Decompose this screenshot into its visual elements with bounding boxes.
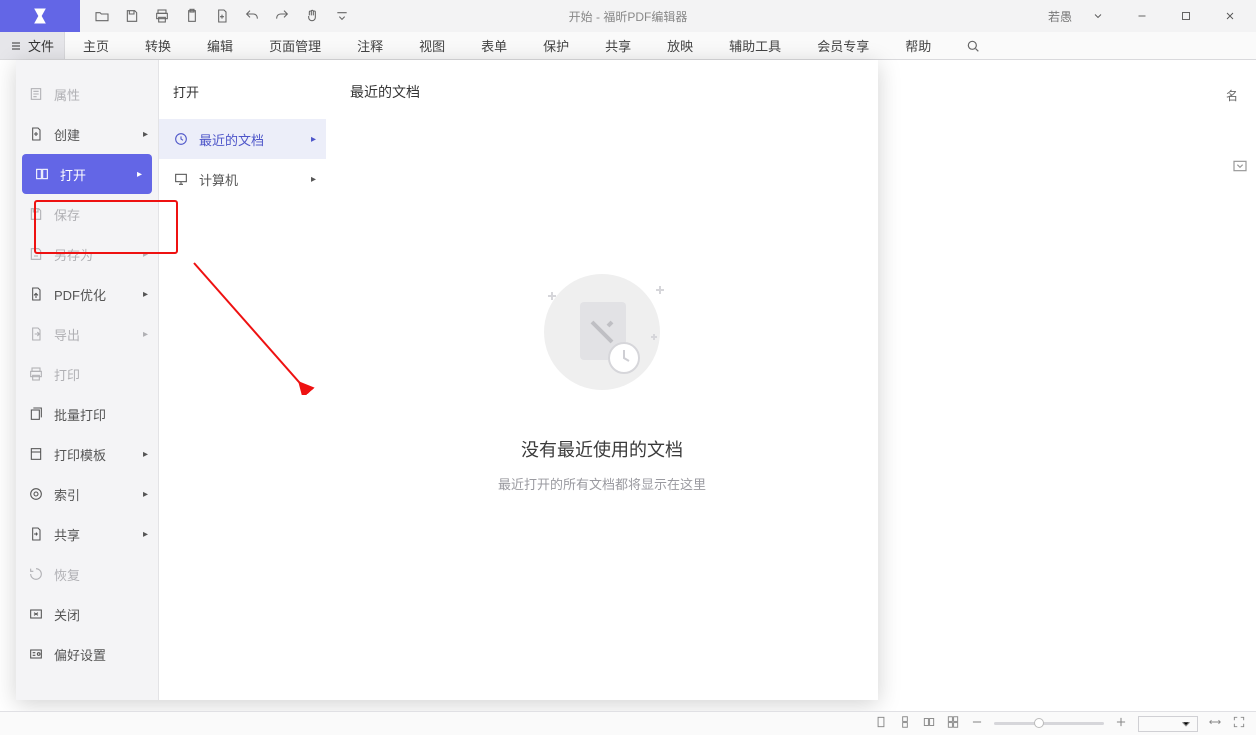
empty-state-subtitle: 最近打开的所有文档都将显示在这里: [498, 474, 706, 493]
file-menu-list: 属性 创建▸ 打开▸ 保存 另存为▸ PDF优化▸ 导出▸ 打印: [16, 60, 158, 700]
search-icon[interactable]: [959, 32, 987, 60]
tab-comment[interactable]: 注释: [339, 32, 401, 59]
tab-view[interactable]: 视图: [401, 32, 463, 59]
user-name[interactable]: 若愚: [1048, 8, 1072, 25]
open-panel-title: 打开: [159, 82, 326, 101]
fullscreen-icon[interactable]: [1232, 715, 1246, 732]
clipboard-icon[interactable]: [178, 2, 206, 30]
file-menu-preferences[interactable]: 偏好设置: [16, 634, 158, 674]
tab-home[interactable]: 主页: [65, 32, 127, 59]
open-icon[interactable]: [88, 2, 116, 30]
open-recent[interactable]: 最近的文档▸: [159, 119, 326, 159]
view-facing-continuous-icon[interactable]: [946, 715, 960, 732]
zoom-slider-thumb[interactable]: [1034, 718, 1044, 728]
zoom-percent-field[interactable]: [1138, 716, 1198, 732]
file-menu-optimize[interactable]: PDF优化▸: [16, 274, 158, 314]
save-icon[interactable]: [118, 2, 146, 30]
print-icon[interactable]: [148, 2, 176, 30]
file-tab-label: 文件: [28, 36, 54, 55]
file-menu-open[interactable]: 打开▸: [22, 154, 152, 194]
background-column-header: 名: [876, 60, 1256, 130]
tab-protect[interactable]: 保护: [525, 32, 587, 59]
file-menu-create[interactable]: 创建▸: [16, 114, 158, 154]
file-tab[interactable]: 文件: [0, 32, 65, 59]
tab-tools[interactable]: 辅助工具: [711, 32, 799, 59]
zoom-slider[interactable]: [994, 722, 1104, 725]
file-menu-print[interactable]: 打印: [16, 354, 158, 394]
app-logo: [0, 0, 80, 32]
ribbon-tabs: 文件 主页 转换 编辑 页面管理 注释 视图 表单 保护 共享 放映 辅助工具 …: [0, 32, 1256, 60]
file-menu-batch-print[interactable]: 批量打印: [16, 394, 158, 434]
fit-width-icon[interactable]: [1208, 715, 1222, 732]
titlebar: 开始 - 福昕PDF编辑器 若愚: [0, 0, 1256, 32]
tab-present[interactable]: 放映: [649, 32, 711, 59]
tab-pages[interactable]: 页面管理: [251, 32, 339, 59]
maximize-icon[interactable]: [1166, 1, 1206, 31]
tab-share[interactable]: 共享: [587, 32, 649, 59]
tab-help[interactable]: 帮助: [887, 32, 949, 59]
qat-dropdown-icon[interactable]: [328, 2, 356, 30]
file-menu-print-template[interactable]: 打印模板▸: [16, 434, 158, 474]
empty-state-title: 没有最近使用的文档: [521, 436, 683, 462]
recent-documents-pane: 最近的文档 没有最近使用的文档 最近打开的所有文档都将显示在这里: [326, 60, 878, 700]
redo-icon[interactable]: [268, 2, 296, 30]
file-menu-share[interactable]: 共享▸: [16, 514, 158, 554]
open-source-list: 打开 最近的文档▸ 计算机▸: [158, 60, 326, 700]
empty-illustration-icon: [532, 262, 672, 402]
view-single-icon[interactable]: [874, 715, 888, 732]
minimize-icon[interactable]: [1122, 1, 1162, 31]
view-continuous-icon[interactable]: [898, 715, 912, 732]
window-title: 开始 - 福昕PDF编辑器: [569, 8, 688, 25]
status-bar: [0, 711, 1256, 735]
file-menu-save-as[interactable]: 另存为▸: [16, 234, 158, 274]
file-menu-export[interactable]: 导出▸: [16, 314, 158, 354]
tab-vip[interactable]: 会员专享: [799, 32, 887, 59]
view-facing-icon[interactable]: [922, 715, 936, 732]
quick-access-toolbar: [88, 2, 356, 30]
zoom-out-icon[interactable]: [970, 715, 984, 732]
file-menu-save[interactable]: 保存: [16, 194, 158, 234]
empty-state: 没有最近使用的文档 最近打开的所有文档都将显示在这里: [350, 262, 854, 493]
close-icon[interactable]: [1210, 1, 1250, 31]
recent-documents-title: 最近的文档: [350, 82, 854, 102]
ribbon-collapse-icon[interactable]: [1230, 158, 1250, 179]
user-dropdown-icon[interactable]: [1078, 1, 1118, 31]
undo-icon[interactable]: [238, 2, 266, 30]
tab-form[interactable]: 表单: [463, 32, 525, 59]
file-menu-index[interactable]: 索引▸: [16, 474, 158, 514]
open-computer[interactable]: 计算机▸: [159, 159, 326, 199]
hand-icon[interactable]: [298, 2, 326, 30]
file-menu-recover[interactable]: 恢复: [16, 554, 158, 594]
file-menu-close[interactable]: 关闭: [16, 594, 158, 634]
zoom-in-icon[interactable]: [1114, 715, 1128, 732]
tab-edit[interactable]: 编辑: [189, 32, 251, 59]
tab-convert[interactable]: 转换: [127, 32, 189, 59]
new-doc-icon[interactable]: [208, 2, 236, 30]
file-menu-properties[interactable]: 属性: [16, 74, 158, 114]
file-menu-panel: 属性 创建▸ 打开▸ 保存 另存为▸ PDF优化▸ 导出▸ 打印: [16, 60, 878, 700]
